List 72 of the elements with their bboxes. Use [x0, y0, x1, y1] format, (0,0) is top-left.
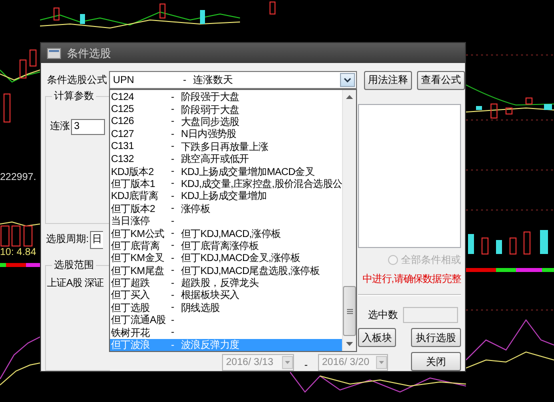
chart-line — [0, 221, 40, 227]
dropdown-item[interactable]: 但丁KM金叉 - 但丁KDJ,MACD金叉,涨停板 — [110, 252, 342, 264]
chevron-down-icon — [344, 78, 351, 82]
candlestick — [270, 2, 276, 14]
candlestick — [476, 106, 482, 110]
dropdown-item[interactable]: KDJ底背离 - KDJ上扬成交量增加 — [110, 190, 342, 203]
candlestick — [544, 104, 552, 110]
scrollbar-thumb[interactable] — [343, 286, 356, 336]
dropdown-item[interactable]: 但丁KM公式 - 但丁KDJ,MACD,涨停板 — [110, 227, 342, 240]
dropdown-item[interactable]: C125 - 阶段弱于大盘 — [110, 103, 342, 116]
close-button[interactable]: 关闭 — [411, 352, 461, 371]
radio-label: 全部条件相或 — [401, 254, 461, 267]
candlestick — [80, 14, 85, 24]
dropdown-item[interactable]: 但丁版本1 - KDJ,成交量,庄家控盘,股价混合选股公 — [110, 178, 342, 190]
candlestick — [54, 8, 60, 20]
candlestick — [30, 50, 36, 66]
group-title: 选股范围 — [52, 259, 96, 272]
candlestick — [200, 10, 205, 24]
range-text: 上证A股 深证 — [47, 278, 104, 289]
toolbar-button[interactable]: 查看公式 — [417, 70, 465, 90]
dropdown-item[interactable]: 但丁流通A股 - — [110, 314, 342, 326]
candlestick — [0, 226, 10, 246]
date-separator: - — [303, 360, 309, 371]
dropdown-item[interactable]: 但丁底背离 - 但丁底背离涨停板 — [110, 240, 342, 252]
period-label: 选股周期: — [46, 232, 89, 247]
dropdown-item[interactable]: C126 - 大盘同步选股 — [110, 116, 342, 128]
param-input[interactable]: 3 — [71, 119, 105, 135]
candlestick — [24, 226, 32, 246]
price-label: 222997. — [0, 172, 38, 184]
window-title: 条件选股 — [67, 46, 111, 60]
dropdown-item[interactable]: 但丁选股 - 阴线选股 — [110, 302, 342, 314]
dropdown-item[interactable]: 但丁买入 - 根据板块买入 — [110, 289, 342, 302]
candlestick — [20, 60, 26, 78]
candlestick — [540, 230, 548, 254]
group-title: 计算参数 — [52, 90, 96, 103]
warning-text: 中进行,请确保数据完整 — [362, 272, 461, 286]
period-select[interactable]: 日 — [90, 231, 103, 249]
indicator-label: 10: 4.84 — [0, 247, 38, 259]
run-button[interactable]: 执行选股 — [411, 328, 461, 347]
dropdown-item[interactable]: C127 - N日内强势股 — [110, 128, 342, 141]
dropdown-item[interactable]: 当日涨停 - — [110, 214, 342, 228]
dropdown-item[interactable]: 但丁KM尾盘 - 但丁KDJ,MACD尾盘选股,涨停板 — [110, 264, 342, 277]
candlestick — [496, 240, 502, 254]
window-icon — [47, 48, 61, 58]
formula-label: 条件选股公式 — [47, 74, 108, 87]
dropdown-item[interactable]: C131 - 下跌多日再放量上涨 — [110, 140, 342, 153]
dropdown-item[interactable]: 铁树开花 - — [110, 326, 342, 339]
dropdown-item[interactable]: KDJ版本2 - KDJ上扬成交量增加MACD金叉 — [110, 165, 342, 178]
dropdown-item[interactable]: 但丁版本2 - 涨停板 — [110, 202, 342, 215]
scroll-down-icon[interactable] — [346, 342, 354, 346]
candlestick — [482, 238, 488, 254]
chevron-down-icon — [285, 361, 290, 364]
candlestick — [510, 238, 516, 254]
candlestick — [506, 108, 512, 114]
dropdown-item[interactable]: C132 - 跳空高开或低开 — [110, 152, 342, 166]
candlestick — [490, 104, 498, 118]
candlestick — [12, 226, 20, 246]
dropdown-item[interactable]: C124 - 阶段强于大盘 — [110, 91, 342, 104]
param-label: 连涨 — [50, 120, 70, 134]
count-field — [403, 307, 458, 323]
candlestick — [4, 94, 10, 122]
candlestick — [524, 232, 530, 254]
candlestick — [468, 234, 474, 254]
candlestick — [160, 4, 166, 18]
add-to-block-button[interactable]: 入板块 — [358, 328, 396, 347]
dropdown-item[interactable]: 但丁超跌 - 超跌股，反弹龙头 — [110, 276, 342, 290]
chevron-down-icon — [379, 361, 384, 364]
count-label: 选中数 — [368, 308, 398, 322]
scroll-up-icon[interactable] — [346, 95, 354, 99]
candlestick — [526, 98, 532, 104]
toolbar-button[interactable]: 用法注释 — [364, 70, 412, 90]
formula-dropdown[interactable]: UPN - 连涨数天 — [109, 71, 357, 89]
